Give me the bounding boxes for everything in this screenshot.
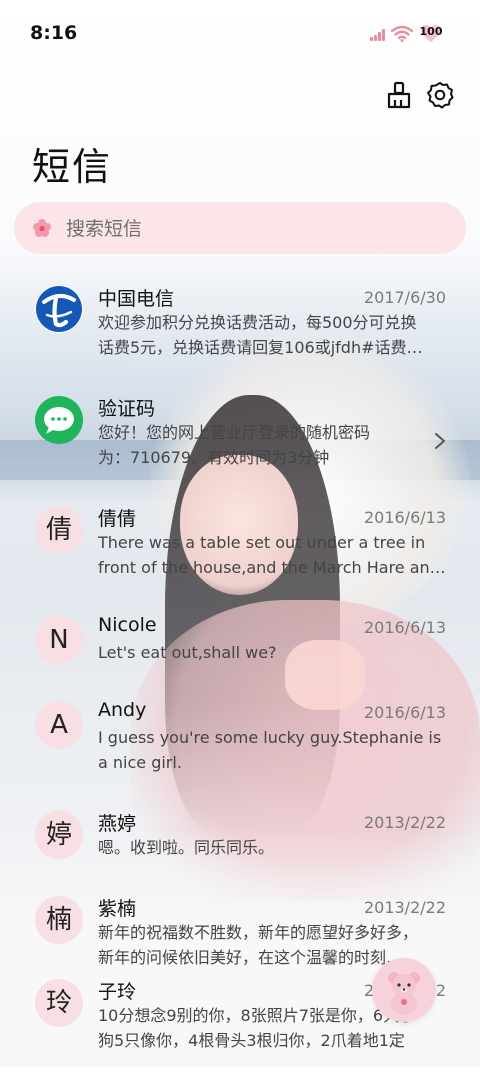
preview-line: 为：710679。有效时间为3分钟: [98, 447, 330, 467]
preview-line: 欢迎参加积分兑换话费活动，每500分可兑换: [98, 313, 417, 332]
flower-search-icon: [33, 219, 51, 237]
status-bar: 8:16 100: [0, 0, 480, 64]
contact-name: 中国电信: [98, 288, 175, 310]
preview-line: I guess you're some lucky guy.Stephanie …: [98, 728, 442, 747]
message-item[interactable]: A Andy 2016/6/13 I guess you're some lucky …: [0, 698, 480, 798]
preview-line: a nice girl.: [98, 752, 182, 772]
preview-line: 嗯。收到啦。同乐同乐。: [98, 838, 275, 857]
contact-avatar: A: [35, 701, 83, 749]
message-date: 2016/6/13: [363, 703, 446, 722]
page-title: 短信: [32, 145, 113, 189]
contact-name: 子玲: [98, 981, 137, 1003]
message-item[interactable]: 倩倩倩 2016/6/13 There was a table set out un…: [0, 503, 480, 603]
preview-line: Let's eat out,shall we?: [98, 643, 277, 662]
broom-icon[interactable]: [384, 80, 414, 110]
message-preview: 欢迎参加积分兑换话费活动，每500分可兑换 话费5元，兑换话费请回复106或jfd…: [98, 311, 446, 360]
message-preview: Let's eat out,shall we?: [98, 641, 446, 666]
search-bar[interactable]: [14, 202, 466, 256]
contact-avatar: N: [35, 616, 83, 664]
gear-icon[interactable]: [425, 80, 455, 110]
message-item[interactable]: 中国电信 2017/6/30 欢迎参加积分兑换话费活动，每500分可兑换 话费5元，兑…: [0, 283, 480, 383]
status-time: 8:16: [30, 22, 78, 44]
message-date: 2013/2/22: [363, 813, 446, 832]
message-icon: [35, 396, 83, 444]
contact-name: 紫楠: [98, 898, 137, 920]
contact-avatar: 倩: [35, 506, 83, 554]
contact-avatar: 婷: [35, 811, 83, 859]
battery-icon: 100: [418, 23, 444, 43]
compose-button[interactable]: [372, 958, 436, 1022]
message-date: 2016/6/13: [363, 618, 446, 637]
contact-name: 燕婷: [98, 813, 137, 835]
signal-icon: [370, 29, 386, 41]
preview-line: 新年的祝福数不胜数，新年的愿望好多好多，: [98, 923, 419, 942]
message-preview: 嗯。收到啦。同乐同乐。: [98, 836, 446, 861]
preview-line: 您好！您的网上营业厅登录的随机密码: [98, 423, 371, 442]
preview-line: There was a table set out under a tree i…: [98, 533, 426, 552]
preview-line: 话费5元，兑换话费请回复106或jfdh#话费…: [98, 337, 423, 357]
message-preview: 您好！您的网上营业厅登录的随机密码 为：710679。有效时间为3分钟: [98, 421, 446, 470]
contact-name: Andy: [98, 699, 147, 721]
contact-name: 倩倩: [98, 508, 137, 530]
message-date: 2013/2/22: [363, 898, 446, 917]
message-date: 2016/6/13: [363, 508, 446, 527]
message-preview: I guess you're some lucky guy.Stephanie …: [98, 726, 446, 775]
china-telecom-logo: [35, 285, 83, 333]
message-item[interactable]: 验证码 您好！您的网上营业厅登录的随机密码 为：710679。有效时间为3分钟: [0, 393, 480, 493]
message-date: 2017/6/30: [363, 288, 446, 307]
battery-level: 100: [419, 25, 443, 38]
search-input[interactable]: [64, 202, 448, 256]
message-preview: There was a table set out under a tree i…: [98, 531, 446, 580]
preview-line: 狗5只像你，4根骨头3根归你，2爪着地1定: [98, 1030, 405, 1050]
teddy-bear-compose-icon: [388, 972, 420, 1015]
contact-avatar: 玲: [35, 979, 83, 1027]
wifi-icon: [391, 25, 413, 42]
contact-avatar: 楠: [35, 896, 83, 944]
contact-name: Nicole: [98, 614, 157, 636]
preview-line: front of the house,and the March Hare an…: [98, 557, 446, 577]
contact-name: 验证码: [98, 398, 156, 420]
